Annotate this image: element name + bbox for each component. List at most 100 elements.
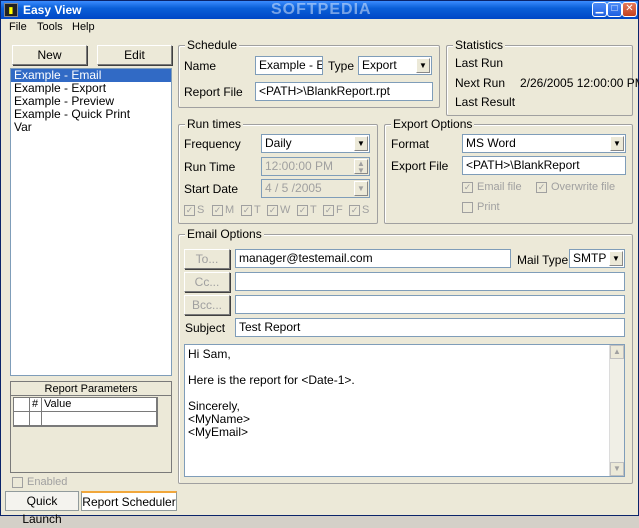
app-icon[interactable]: ▮: [4, 3, 18, 17]
cc-input[interactable]: [235, 272, 625, 291]
overwrite-file-label: Overwrite file: [551, 181, 616, 193]
day-label: F: [336, 204, 343, 216]
day-checkbox[interactable]: ✓: [267, 205, 278, 216]
day-checkbox[interactable]: ✓: [241, 205, 252, 216]
tab-quick-launch[interactable]: Quick Launch: [5, 491, 79, 526]
frequency-select[interactable]: Daily ▼: [261, 134, 370, 153]
next-run-label: Next Run: [455, 76, 506, 90]
body-line: <MyEmail>: [188, 425, 249, 439]
minimize-icon[interactable]: ▁: [592, 2, 607, 17]
run-time-label: Run Time: [184, 160, 236, 174]
body-line: Here is the report for <Date-1>.: [188, 373, 355, 387]
report-file-input[interactable]: <PATH>\BlankReport.rpt: [255, 82, 433, 101]
chevron-down-icon[interactable]: ▼: [609, 251, 623, 266]
start-date-value: 4 / 5 /2005: [265, 181, 322, 195]
chevron-down-icon[interactable]: ▼: [416, 58, 430, 73]
day-checkbox[interactable]: ✓: [349, 205, 360, 216]
print-label: Print: [477, 201, 500, 213]
type-select[interactable]: Export ▼: [358, 56, 432, 75]
overwrite-file-checkbox[interactable]: ✓: [536, 182, 547, 193]
format-value: MS Word: [466, 136, 516, 150]
bcc-button[interactable]: Bcc...: [184, 295, 230, 315]
grid-cell[interactable]: [42, 412, 157, 426]
frequency-value: Daily: [265, 136, 292, 150]
enabled-label: Enabled: [27, 476, 68, 488]
mail-type-select[interactable]: SMTP ▼: [569, 249, 625, 268]
to-input[interactable]: manager@testemail.com: [235, 249, 511, 268]
body-line: Hi Sam,: [188, 347, 231, 361]
format-select[interactable]: MS Word ▼: [462, 134, 626, 153]
last-run-label: Last Run: [455, 56, 504, 70]
title-bar[interactable]: ▮ Easy View SOFTPEDIA ▁ □ ✕: [1, 1, 638, 19]
export-options-title: Export Options: [391, 117, 475, 131]
chevron-down-icon[interactable]: ▼: [610, 136, 624, 151]
menu-bar: File Tools Help: [1, 19, 638, 36]
day-checkbox[interactable]: ✓: [323, 205, 334, 216]
day-label: T: [310, 204, 317, 216]
chevron-down-icon[interactable]: ▼: [354, 181, 368, 196]
day-label: S: [197, 204, 205, 216]
body-line: [188, 387, 621, 400]
day-checkbox[interactable]: ✓: [297, 205, 308, 216]
day-checkbox[interactable]: ✓: [184, 205, 195, 216]
start-date-input[interactable]: 4 / 5 /2005 ▼: [261, 179, 370, 198]
cc-button[interactable]: Cc...: [184, 272, 230, 292]
grid-cell[interactable]: [30, 412, 42, 426]
to-button[interactable]: To...: [184, 249, 230, 269]
run-time-value: 12:00:00 PM: [265, 159, 334, 173]
spinner-icon[interactable]: ▲ ▼: [354, 159, 368, 175]
new-button[interactable]: New: [12, 45, 87, 65]
window-title: Easy View: [23, 3, 82, 17]
name-input[interactable]: Example - E: [255, 56, 323, 75]
export-file-input[interactable]: <PATH>\BlankReport: [462, 156, 626, 175]
run-times-title: Run times: [185, 117, 244, 131]
close-icon[interactable]: ✕: [622, 2, 637, 17]
scroll-up-icon[interactable]: ▲: [610, 345, 624, 359]
email-file-label: Email file: [477, 181, 522, 193]
grid-row-header: [14, 412, 30, 426]
subject-label: Subject: [185, 321, 226, 335]
menu-help[interactable]: Help: [72, 21, 95, 33]
frequency-label: Frequency: [184, 137, 241, 151]
body-line: Sincerely,: [188, 399, 240, 413]
schedule-title: Schedule: [185, 38, 240, 52]
print-checkbox[interactable]: [462, 202, 473, 213]
day-label: T: [254, 204, 261, 216]
tab-report-scheduler[interactable]: Report Scheduler: [81, 491, 177, 511]
menu-tools[interactable]: Tools: [37, 21, 63, 33]
email-file-checkbox[interactable]: ✓: [462, 182, 473, 193]
statistics-title: Statistics: [453, 38, 506, 52]
report-file-label: Report File: [184, 85, 243, 99]
day-label: W: [280, 204, 291, 216]
schedule-list[interactable]: Example - Email Example - Export Example…: [10, 68, 172, 376]
chevron-down-icon[interactable]: ▼: [354, 136, 368, 151]
maximize-icon[interactable]: □: [607, 2, 622, 17]
email-body-textarea[interactable]: Hi Sam, Here is the report for <Date-1>.…: [184, 344, 625, 477]
scroll-down-icon[interactable]: ▼: [610, 462, 624, 476]
day-label: S: [362, 204, 370, 216]
last-result-label: Last Result: [455, 95, 516, 109]
run-time-input[interactable]: 12:00:00 PM ▲ ▼: [261, 157, 370, 176]
mail-type-label: Mail Type: [517, 253, 569, 267]
day-checkbox[interactable]: ✓: [212, 205, 223, 216]
type-value: Export: [362, 58, 397, 72]
next-run-value: 2/26/2005 12:00:00 PM: [520, 76, 639, 90]
report-parameters-grid[interactable]: # Value: [13, 397, 158, 427]
subject-input[interactable]: Test Report: [235, 318, 625, 337]
grid-header-num: #: [30, 398, 42, 412]
enabled-checkbox[interactable]: [12, 477, 23, 488]
vertical-scrollbar[interactable]: ▲ ▼: [609, 345, 624, 476]
name-label: Name: [184, 59, 217, 73]
list-item[interactable]: Example - Quick Print: [11, 108, 171, 121]
list-item[interactable]: Var: [11, 121, 171, 134]
app-window: ▮ Easy View SOFTPEDIA ▁ □ ✕ File Tools H…: [0, 0, 639, 526]
edit-button[interactable]: Edit: [97, 45, 172, 65]
export-file-label: Export File: [391, 159, 449, 173]
format-label: Format: [391, 137, 430, 151]
menu-file[interactable]: File: [9, 21, 27, 33]
bcc-input[interactable]: [235, 295, 625, 314]
grid-header-value: Value: [42, 398, 157, 412]
report-parameters-panel: Report Parameters # Value: [10, 381, 172, 473]
report-parameters-title: Report Parameters: [11, 382, 171, 396]
mail-type-value: SMTP: [573, 251, 607, 265]
